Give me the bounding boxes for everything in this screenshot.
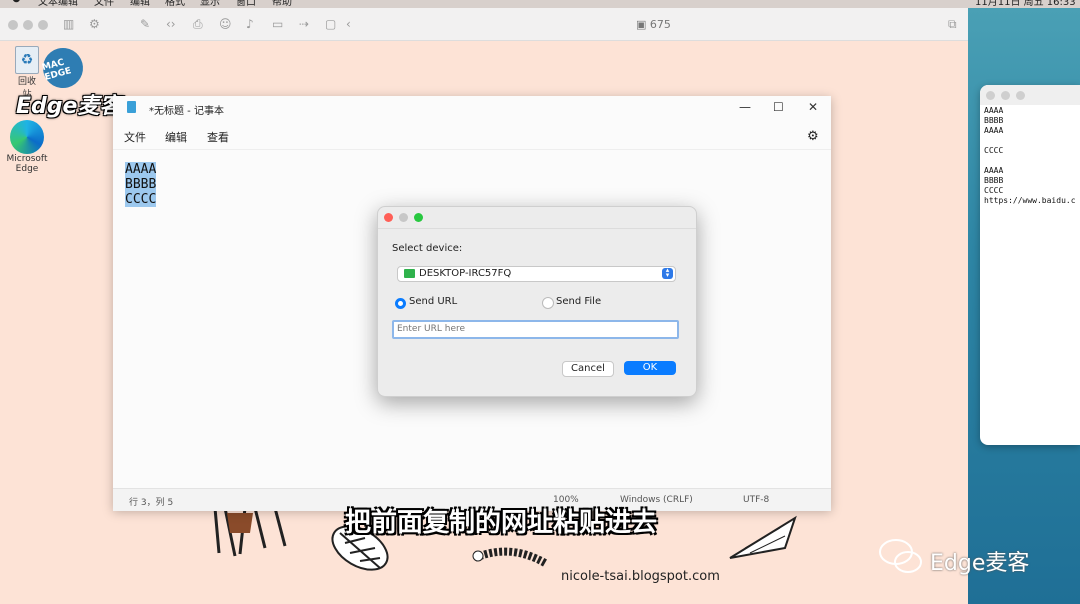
notepad-app-icon bbox=[127, 101, 136, 113]
side-close-button[interactable] bbox=[986, 91, 995, 100]
host-title-text: 675 bbox=[649, 18, 671, 31]
edge-icon bbox=[10, 120, 44, 154]
notepad-menu-file[interactable]: 文件 bbox=[124, 129, 146, 145]
menu-item-app[interactable]: 文本编辑 bbox=[38, 0, 78, 8]
user-icon[interactable]: ☺ bbox=[219, 17, 232, 31]
notepad-titlebar[interactable]: *无标题 - 记事本 — ☐ ✕ bbox=[113, 96, 831, 120]
dialog-zoom-button[interactable] bbox=[414, 213, 423, 222]
gear-icon[interactable]: ⚙ bbox=[807, 129, 819, 144]
deer-doodle-icon bbox=[213, 508, 287, 557]
side-text-content[interactable]: AAAA BBBB AAAA CCCC AAAA BBBB CCCC https… bbox=[980, 105, 1080, 207]
send-file-radio[interactable] bbox=[542, 297, 554, 309]
printer-icon[interactable]: ⎙ bbox=[193, 17, 203, 32]
chevron-left-icon[interactable]: ‹ bbox=[346, 17, 351, 31]
caterpillar-doodle-icon bbox=[472, 547, 547, 567]
menu-item-edit[interactable]: 编辑 bbox=[130, 0, 150, 8]
notepad-menu-edit[interactable]: 编辑 bbox=[165, 129, 187, 145]
video-subtitle: 把前面复制的网址粘贴进去 bbox=[345, 508, 658, 538]
chevron-updown-icon: ▴ ▾ bbox=[662, 267, 673, 279]
fullscreen-icon[interactable]: ⧉ bbox=[948, 17, 957, 32]
send-file-label: Send File bbox=[556, 296, 602, 307]
encoding: UTF-8 bbox=[743, 495, 770, 505]
notepad-menu-view[interactable]: 查看 bbox=[207, 129, 229, 145]
blog-url: nicole-tsai.blogspot.com bbox=[561, 569, 720, 584]
cancel-button[interactable]: Cancel bbox=[562, 361, 614, 377]
folder-icon[interactable]: ▢ bbox=[325, 17, 336, 31]
menu-clock: 11月11日 周五 16:33 bbox=[975, 0, 1076, 8]
menu-bar: ● 文本编辑 文件 编辑 格式 显示 窗口 帮助 11月11日 周五 16:33 bbox=[0, 0, 1080, 8]
brand-text: Edge麦客 bbox=[16, 94, 122, 119]
sidebar-icon[interactable]: ▥ bbox=[63, 17, 74, 31]
edge-desktop-icon[interactable]: Microsoft Edge bbox=[5, 120, 49, 174]
fish-doodle-icon bbox=[729, 515, 797, 559]
ok-button[interactable]: OK bbox=[624, 361, 676, 375]
monitor-icon bbox=[404, 269, 415, 278]
close-icon[interactable]: ✕ bbox=[808, 100, 818, 114]
host-minimize-button[interactable] bbox=[23, 20, 33, 30]
wrench-icon[interactable]: ✎ bbox=[140, 17, 150, 31]
host-zoom-button[interactable] bbox=[38, 20, 48, 30]
text-line: AAAA bbox=[125, 162, 157, 177]
dialog-minimize-button[interactable] bbox=[399, 213, 408, 222]
side-minimize-button[interactable] bbox=[1001, 91, 1010, 100]
menu-divider bbox=[113, 149, 831, 150]
menu-item-help[interactable]: 帮助 bbox=[272, 0, 292, 8]
notepad-title: *无标题 - 记事本 bbox=[149, 106, 224, 117]
device-select[interactable]: DESKTOP-IRC57FQ ▴ ▾ bbox=[397, 266, 676, 282]
url-input-wrap bbox=[392, 320, 679, 339]
cursor-position: 行 3，列 5 bbox=[129, 498, 174, 508]
url-input[interactable] bbox=[394, 322, 670, 335]
minimize-icon[interactable]: — bbox=[739, 100, 751, 114]
select-device-label: Select device: bbox=[392, 243, 463, 254]
menu-item-format[interactable]: 格式 bbox=[165, 0, 185, 8]
mac-edge-logo: MAC EDGE bbox=[38, 43, 88, 93]
host-title: ▣ 675 bbox=[636, 18, 671, 31]
menu-item-window[interactable]: 窗口 bbox=[236, 0, 256, 8]
text-line: CCCC bbox=[125, 192, 157, 207]
usb-icon[interactable]: ⇢ bbox=[299, 17, 309, 31]
send-url-label: Send URL bbox=[409, 296, 458, 307]
edge-label-2: Edge bbox=[15, 164, 39, 174]
send-dialog: Select device: DESKTOP-IRC57FQ ▴ ▾ Send U… bbox=[377, 206, 697, 397]
device-name: DESKTOP-IRC57FQ bbox=[419, 268, 512, 279]
side-window-titlebar[interactable] bbox=[980, 85, 1080, 105]
dialog-close-button[interactable] bbox=[384, 213, 393, 222]
notepad-text-area[interactable]: AAAA BBBB CCCC bbox=[125, 162, 157, 207]
camera-icon[interactable]: ▭ bbox=[272, 17, 283, 31]
settings-icon[interactable]: ⚙ bbox=[89, 17, 100, 31]
wechat-icon bbox=[879, 539, 922, 573]
edge-label: Microsoft bbox=[6, 154, 48, 164]
host-toolbar: ▥ ⚙ ✎ ‹› ⎙ ☺ ♪ ▭ ⇢ ▢ ‹ ▣ 675 ⧉ bbox=[0, 8, 968, 41]
dialog-divider bbox=[378, 228, 696, 229]
maximize-icon[interactable]: ☐ bbox=[773, 100, 784, 114]
text-line: BBBB bbox=[125, 177, 157, 192]
side-zoom-button[interactable] bbox=[1016, 91, 1025, 100]
menu-item-file[interactable]: 文件 bbox=[94, 0, 114, 8]
recycle-icon: ♻ bbox=[15, 46, 39, 74]
menu-item-view[interactable]: 显示 bbox=[200, 0, 220, 8]
side-text-window: AAAA BBBB AAAA CCCC AAAA BBBB CCCC https… bbox=[980, 85, 1080, 445]
apple-icon[interactable]: ● bbox=[12, 0, 21, 4]
watermark-text: Edge麦客 bbox=[930, 551, 1030, 576]
send-url-radio[interactable] bbox=[395, 298, 406, 309]
host-close-button[interactable] bbox=[8, 20, 18, 30]
code-icon[interactable]: ‹› bbox=[166, 17, 176, 31]
speaker-icon[interactable]: ♪ bbox=[246, 17, 254, 31]
